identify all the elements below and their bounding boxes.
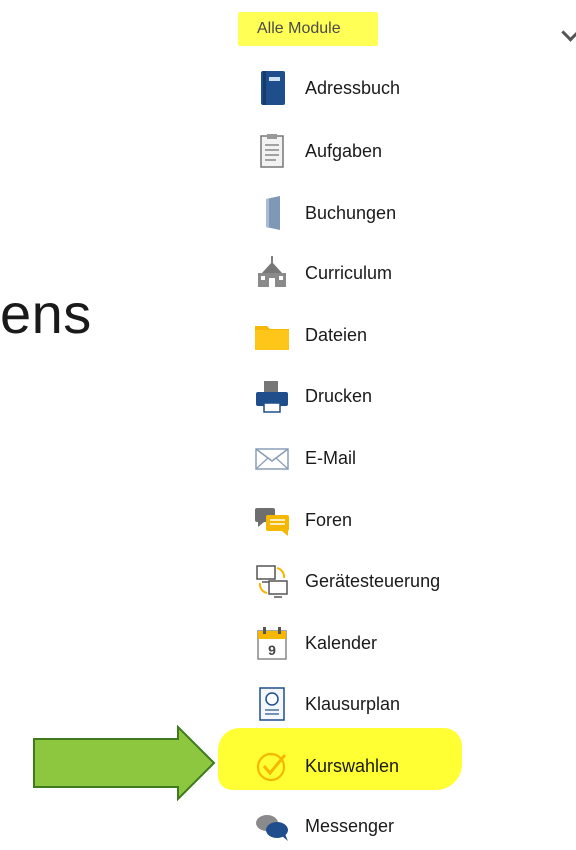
arrow-right-icon bbox=[33, 724, 216, 802]
arrow-graphic bbox=[33, 724, 216, 802]
